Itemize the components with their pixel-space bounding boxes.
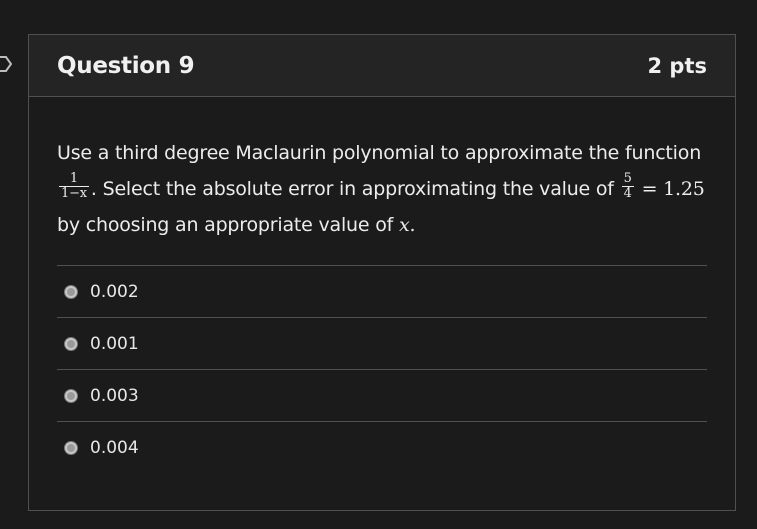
answer-option[interactable]: 0.002 [57, 265, 707, 317]
function-fraction: 1 1−x [59, 172, 89, 201]
function-numerator: 1 [59, 172, 89, 187]
question-text-part-3: by choosing an appropriate value of [57, 214, 394, 236]
answer-option[interactable]: 0.001 [57, 317, 707, 369]
answer-list: 0.002 0.001 0.003 0.004 [57, 265, 707, 473]
question-text-part-4: . [409, 214, 416, 236]
question-card: Question 9 2 pts Use a third degree Macl… [28, 34, 736, 511]
radio-button[interactable] [64, 388, 78, 403]
function-denominator: 1−x [61, 186, 87, 201]
variable-x: x [398, 214, 410, 236]
radio-button[interactable] [64, 440, 78, 455]
value-numerator: 5 [621, 171, 634, 187]
question-header: Question 9 2 pts [29, 35, 735, 97]
bookmark-flag-icon[interactable] [0, 54, 14, 74]
answer-label[interactable]: 0.002 [90, 282, 139, 302]
value-fraction: 54 [621, 171, 634, 201]
radio-button[interactable] [64, 284, 78, 299]
question-text-part-2: . Select the absolute error in approxima… [90, 178, 614, 200]
answer-option[interactable]: 0.004 [57, 421, 707, 473]
answer-label[interactable]: 0.001 [90, 334, 139, 354]
answer-option[interactable]: 0.003 [57, 369, 707, 421]
radio-button[interactable] [64, 336, 78, 351]
question-body: Use a third degree Maclaurin polynomial … [29, 97, 735, 473]
answer-label[interactable]: 0.004 [90, 438, 139, 458]
question-points: 2 pts [647, 53, 708, 78]
question-title: Question 9 [57, 52, 195, 79]
question-text: Use a third degree Maclaurin polynomial … [57, 135, 707, 243]
value-denominator: 4 [623, 186, 632, 201]
question-text-part-1: Use a third degree Maclaurin polynomial … [57, 142, 702, 164]
value-equals: = 1.25 [641, 178, 705, 200]
answer-label[interactable]: 0.003 [90, 386, 139, 406]
